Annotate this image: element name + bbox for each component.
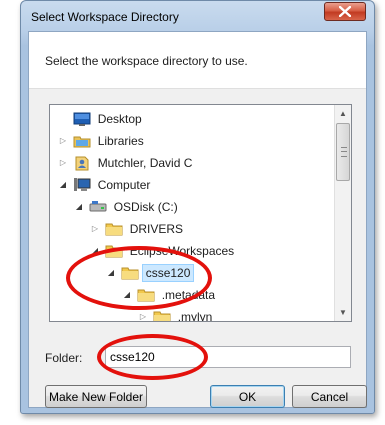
scroll-up-icon[interactable]: ▲ [335, 105, 351, 122]
folder-icon [137, 287, 155, 303]
tree-item-libraries[interactable]: ▷ Libraries [58, 129, 144, 151]
collapse-arrow-icon[interactable]: ◢ [106, 262, 116, 284]
window-title: Select Workspace Directory [31, 10, 179, 24]
folder-tree-rows: Desktop ▷ Libraries ▷ Mutchler, David C [50, 105, 334, 321]
computer-icon [73, 177, 91, 193]
tree-scrollbar[interactable]: ▲ ▼ [334, 105, 351, 321]
tree-item-label: .mylyn [177, 309, 213, 321]
tree-item-label: csse120 [141, 263, 195, 282]
tree-item-drivers[interactable]: ▷ DRIVERS [90, 217, 183, 239]
collapse-arrow-icon[interactable]: ◢ [74, 196, 84, 218]
tree-item-desktop[interactable]: Desktop [58, 107, 142, 129]
grip-icon [341, 147, 347, 157]
folder-label: Folder: [45, 351, 83, 365]
collapse-arrow-icon[interactable]: ◢ [122, 284, 132, 306]
folder-icon [105, 221, 123, 237]
dialog-window: Select Workspace Directory Select the wo… [20, 0, 375, 414]
tree-item-label: Mutchler, David C [97, 155, 193, 170]
make-new-folder-button[interactable]: Make New Folder [45, 385, 147, 408]
drive-icon [89, 199, 107, 215]
tree-item-user[interactable]: ▷ Mutchler, David C [58, 151, 192, 173]
instruction-panel: Select the workspace directory to use. [29, 32, 366, 89]
tree-item-label: EclipseWorkspaces [129, 243, 235, 258]
instruction-text: Select the workspace directory to use. [45, 54, 248, 68]
tree-item-label: Desktop [97, 111, 142, 126]
user-folder-icon [73, 155, 91, 171]
expand-arrow-icon[interactable]: ▷ [58, 130, 68, 152]
libraries-icon [73, 133, 91, 149]
expand-arrow-icon[interactable]: ▷ [90, 218, 100, 240]
expand-arrow-icon[interactable]: ▷ [58, 152, 68, 174]
scroll-down-icon[interactable]: ▼ [335, 304, 351, 321]
collapse-arrow-icon[interactable]: ◢ [90, 240, 100, 262]
close-button[interactable] [324, 2, 366, 21]
dialog-body: Select the workspace directory to use. D… [28, 31, 367, 408]
close-icon [339, 6, 351, 17]
tree-item-label: DRIVERS [129, 221, 184, 236]
folder-input[interactable] [105, 346, 351, 368]
tree-item-csse120[interactable]: ◢ csse120 [106, 261, 195, 284]
tree-item-osdisk[interactable]: ◢ OSDisk (C:) [74, 195, 178, 217]
tree-item-mylyn[interactable]: ▷ .mylyn [138, 305, 212, 321]
collapse-arrow-icon[interactable]: ◢ [58, 174, 68, 196]
tree-item-label: Libraries [97, 133, 144, 148]
tree-item-label: OSDisk (C:) [113, 199, 178, 214]
ok-button[interactable]: OK [210, 385, 285, 408]
folder-icon [105, 243, 123, 259]
folder-icon [153, 309, 171, 321]
tree-item-metadata[interactable]: ◢ .metadata [122, 283, 215, 305]
tree-item-eclipseworkspaces[interactable]: ◢ EclipseWorkspaces [90, 239, 234, 261]
tree-item-label: .metadata [161, 287, 216, 302]
folder-tree[interactable]: Desktop ▷ Libraries ▷ Mutchler, David C [49, 104, 352, 322]
tree-item-computer[interactable]: ◢ Computer [58, 173, 150, 195]
scroll-thumb[interactable] [336, 123, 350, 181]
cancel-button[interactable]: Cancel [292, 385, 367, 408]
folder-icon [121, 265, 139, 281]
desktop-icon [73, 111, 91, 127]
title-bar[interactable]: Select Workspace Directory [21, 1, 374, 31]
expand-arrow-icon[interactable]: ▷ [138, 306, 148, 321]
tree-item-label: Computer [97, 177, 151, 192]
